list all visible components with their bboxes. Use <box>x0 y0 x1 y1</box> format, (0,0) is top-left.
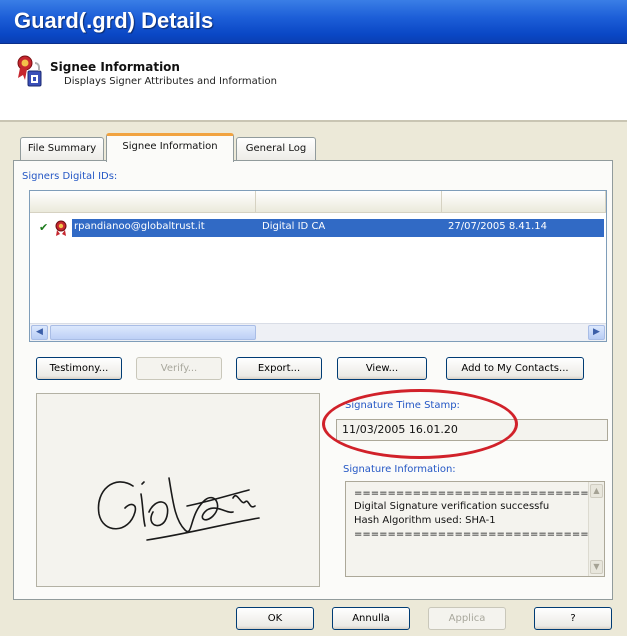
scroll-up-icon[interactable]: ▲ <box>590 484 603 498</box>
info-line: ================================ <box>354 529 605 540</box>
scroll-left-icon[interactable]: ◀ <box>31 325 48 340</box>
signers-list[interactable]: ✔ rpandianoo@globaltrust.it Digital ID C… <box>29 190 607 342</box>
vertical-scrollbar[interactable]: ▲ ▼ <box>588 482 604 576</box>
column-header[interactable] <box>442 191 606 213</box>
title-bar[interactable]: Guard(.grd) Details <box>0 0 627 44</box>
signature-image-box <box>36 393 320 587</box>
check-icon: ✔ <box>39 221 49 234</box>
info-line: ================================ <box>354 488 605 499</box>
certificate-icon <box>17 55 42 87</box>
header-description: Displays Signer Attributes and Informati… <box>64 76 277 87</box>
tab-general-log[interactable]: General Log <box>236 137 316 161</box>
tab-file-summary[interactable]: File Summary <box>20 137 104 161</box>
signature-info-textbox[interactable]: ================================ Digital… <box>345 481 605 577</box>
signers-group-label: Signers Digital IDs: <box>22 171 118 182</box>
apply-button[interactable]: Applica <box>428 607 506 630</box>
verify-button[interactable]: Verify... <box>136 357 222 380</box>
column-header[interactable] <box>30 191 256 213</box>
export-button[interactable]: Export... <box>236 357 322 380</box>
cancel-button[interactable]: Annulla <box>332 607 410 630</box>
column-header[interactable] <box>256 191 442 213</box>
window-title: Guard(.grd) Details <box>14 8 214 33</box>
ribbon-icon <box>55 220 67 236</box>
add-to-contacts-button[interactable]: Add to My Contacts... <box>446 357 584 380</box>
horizontal-scrollbar[interactable]: ◀ ▶ <box>30 323 606 341</box>
help-button[interactable]: ? <box>534 607 612 630</box>
scroll-down-icon[interactable]: ▼ <box>590 560 603 574</box>
info-line: Hash Algorithm used: SHA-1 <box>354 515 496 526</box>
signature-info-label: Signature Information: <box>343 464 456 475</box>
signer-issuer: Digital ID CA <box>262 221 326 232</box>
dialog-header: Signee Information Displays Signer Attri… <box>0 44 627 122</box>
dialog-window: Guard(.grd) Details Signee Information D… <box>0 0 627 636</box>
info-line: Digital Signature verification successfu <box>354 501 550 512</box>
scrollbar-thumb[interactable] <box>50 325 256 340</box>
highlight-ellipse <box>322 389 518 459</box>
tab-signee-information[interactable]: Signee Information <box>106 133 234 162</box>
signer-email: rpandianoo@globaltrust.it <box>74 221 205 232</box>
view-button[interactable]: View... <box>337 357 427 380</box>
ok-button[interactable]: OK <box>236 607 314 630</box>
scroll-right-icon[interactable]: ▶ <box>588 325 605 340</box>
header-title: Signee Information <box>50 60 180 74</box>
testimony-button[interactable]: Testimony... <box>36 357 122 380</box>
handwritten-signature <box>97 477 260 541</box>
list-header <box>30 191 606 213</box>
signer-date: 27/07/2005 8.41.14 <box>448 221 547 232</box>
list-item[interactable]: ✔ rpandianoo@globaltrust.it Digital ID C… <box>30 219 606 237</box>
